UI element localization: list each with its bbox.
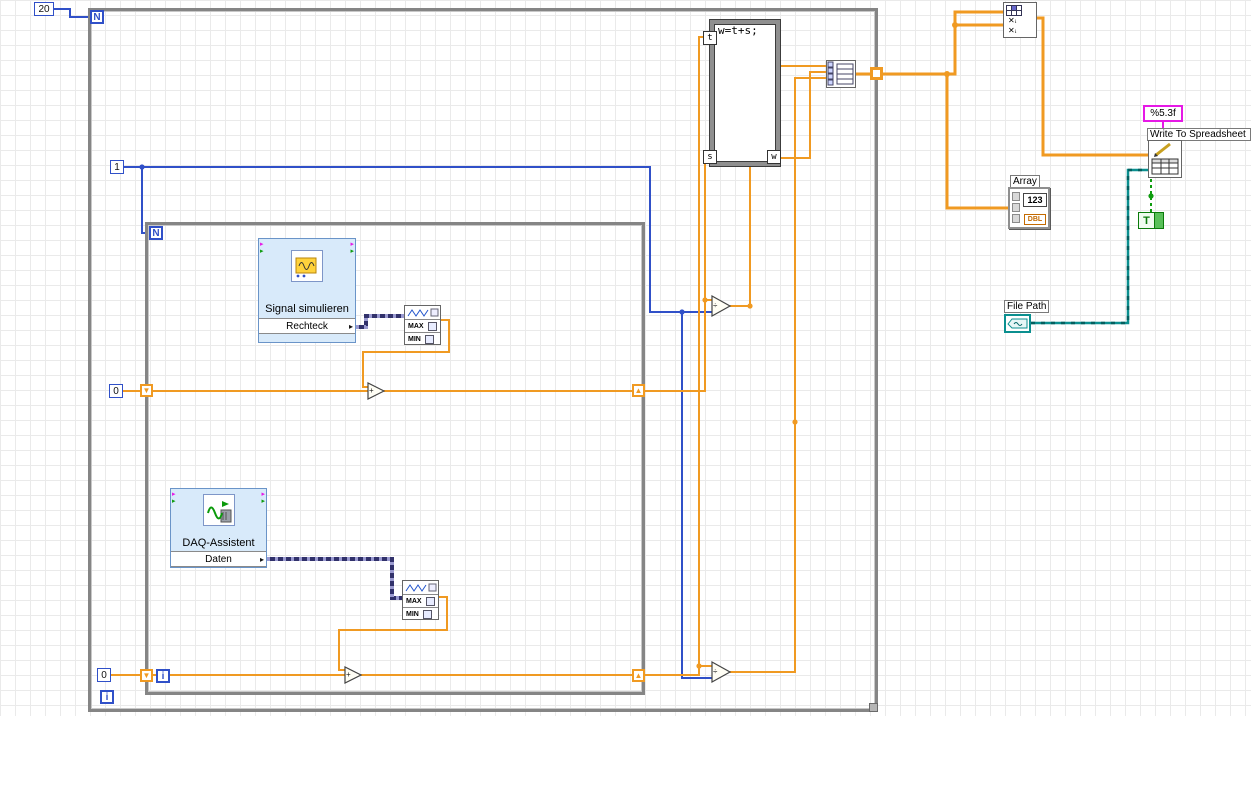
signal-vi-output-rechteck[interactable]: Rechteck ▸ [259, 318, 355, 334]
boolean-wire [1148, 178, 1154, 212]
outer-loop-count-terminal[interactable]: N [90, 10, 104, 24]
dynamic-terminal-icon: ▸ [350, 248, 354, 255]
count-constant-20[interactable]: 20 [34, 2, 54, 16]
shift-register-right-bottom[interactable]: ▲ [632, 669, 645, 682]
signal-vi-icon [291, 250, 323, 282]
daq-vi-output-label: Daten [205, 553, 232, 565]
array-mini-icon [422, 609, 432, 619]
boolean-slide [1154, 213, 1163, 228]
shift-register-left-top[interactable]: ▼ [140, 384, 153, 397]
min-label: MIN [406, 610, 419, 618]
file-path-label-text: File Path [1007, 301, 1047, 312]
waveform-icon [405, 583, 437, 592]
labview-block-diagram: + + ÷ ÷ 20 N i 1 N i 0 0 ▼ ▼ ▲ ▲ Signal … [0, 0, 1251, 808]
signal-vi-title: Signal simulieren [265, 303, 349, 315]
shift-register-left-bottom[interactable]: ▼ [140, 669, 153, 682]
shift-register-right-top[interactable]: ▲ [632, 384, 645, 397]
array-mini-icon [424, 334, 434, 344]
dbl-array-wires [856, 10, 1148, 210]
formula-input-t[interactable]: t [703, 31, 717, 45]
true-constant[interactable]: T [1138, 212, 1164, 229]
index-symbol: ✕ᵢ [1008, 16, 1017, 25]
formula-output-w[interactable]: w [767, 150, 781, 164]
dynamic-terminal-icon: ▸ [260, 241, 264, 248]
inner-for-loop[interactable] [145, 222, 645, 695]
path-glyph-icon [1006, 318, 1027, 329]
max-label: MAX [406, 597, 422, 605]
formula-input-s[interactable]: s [703, 150, 717, 164]
waveform-minmax-node-top[interactable]: MAX MIN [404, 305, 441, 345]
daq-vi-icon [203, 494, 235, 526]
inner-loop-count-terminal[interactable]: N [149, 226, 163, 240]
array-indicator-terminal[interactable]: 123 DBL [1008, 187, 1050, 229]
dynamic-terminal-icon: ▸ [172, 498, 176, 505]
signal-express-vi[interactable]: Signal simulieren Rechteck ▸ ▸ ▸ ▸ ▸ [258, 238, 356, 343]
max-label: MAX [408, 322, 424, 330]
formula-node[interactable] [710, 20, 780, 166]
shift-init-constant-bottom[interactable]: 0 [97, 668, 111, 682]
loop-resize-grip[interactable] [869, 703, 878, 712]
index-array-node[interactable]: ✕ᵢ ✕ᵢ [1003, 2, 1037, 38]
daq-vi-title: DAQ-Assistent [182, 537, 255, 549]
build-array-node[interactable] [826, 60, 856, 88]
array-mini-icon [425, 596, 435, 606]
file-path-label: File Path [1004, 300, 1050, 313]
array-output-tunnel[interactable] [870, 67, 883, 80]
outer-loop-iteration-terminal[interactable]: i [100, 690, 114, 704]
dynamic-terminal-icon: ▸ [172, 491, 176, 498]
output-arrow-icon: ▸ [259, 555, 264, 564]
inner-loop-iteration-terminal[interactable]: i [156, 669, 170, 683]
array-grid-icon [1006, 5, 1022, 16]
array-index-cell [1012, 192, 1020, 201]
dynamic-terminal-icon: ▸ [260, 248, 264, 255]
array-index-cell [1012, 214, 1020, 223]
file-path-terminal[interactable] [1004, 314, 1031, 333]
format-string-constant[interactable]: %5.3f [1143, 105, 1183, 122]
build-array-icon [827, 61, 854, 86]
signal-generator-icon [295, 257, 317, 278]
true-value: T [1143, 214, 1150, 227]
write-to-spreadsheet-vi[interactable] [1148, 140, 1182, 178]
array-label-text: Array [1013, 176, 1037, 187]
dynamic-terminal-icon: ▸ [261, 498, 265, 505]
waveform-minmax-node-bottom[interactable]: MAX MIN [402, 580, 439, 620]
spreadsheet-pencil-icon [1151, 142, 1179, 175]
array-mini-icon [427, 321, 437, 331]
waveform-icon [407, 308, 439, 317]
daq-vi-output-daten[interactable]: Daten ▸ [171, 551, 266, 567]
daq-device-icon [207, 501, 232, 523]
shift-init-constant-top[interactable]: 0 [109, 384, 123, 398]
constant-1[interactable]: 1 [110, 160, 124, 174]
dbl-type-tag: DBL [1024, 214, 1046, 225]
signal-vi-output-label: Rechteck [286, 320, 328, 332]
min-label: MIN [408, 335, 421, 343]
output-arrow-icon: ▸ [348, 322, 353, 331]
dynamic-terminal-icon: ▸ [350, 241, 354, 248]
daq-express-vi[interactable]: DAQ-Assistent Daten ▸ ▸ ▸ ▸ ▸ [170, 488, 267, 568]
index-symbol: ✕ᵢ [1008, 26, 1017, 35]
formula-expression: w=t+s; [718, 24, 758, 37]
array-index-cell [1012, 203, 1020, 212]
numeric-digits: 123 [1023, 193, 1047, 207]
write-vi-label-text: Write To Spreadsheet [1150, 129, 1246, 140]
dynamic-terminal-icon: ▸ [261, 491, 265, 498]
